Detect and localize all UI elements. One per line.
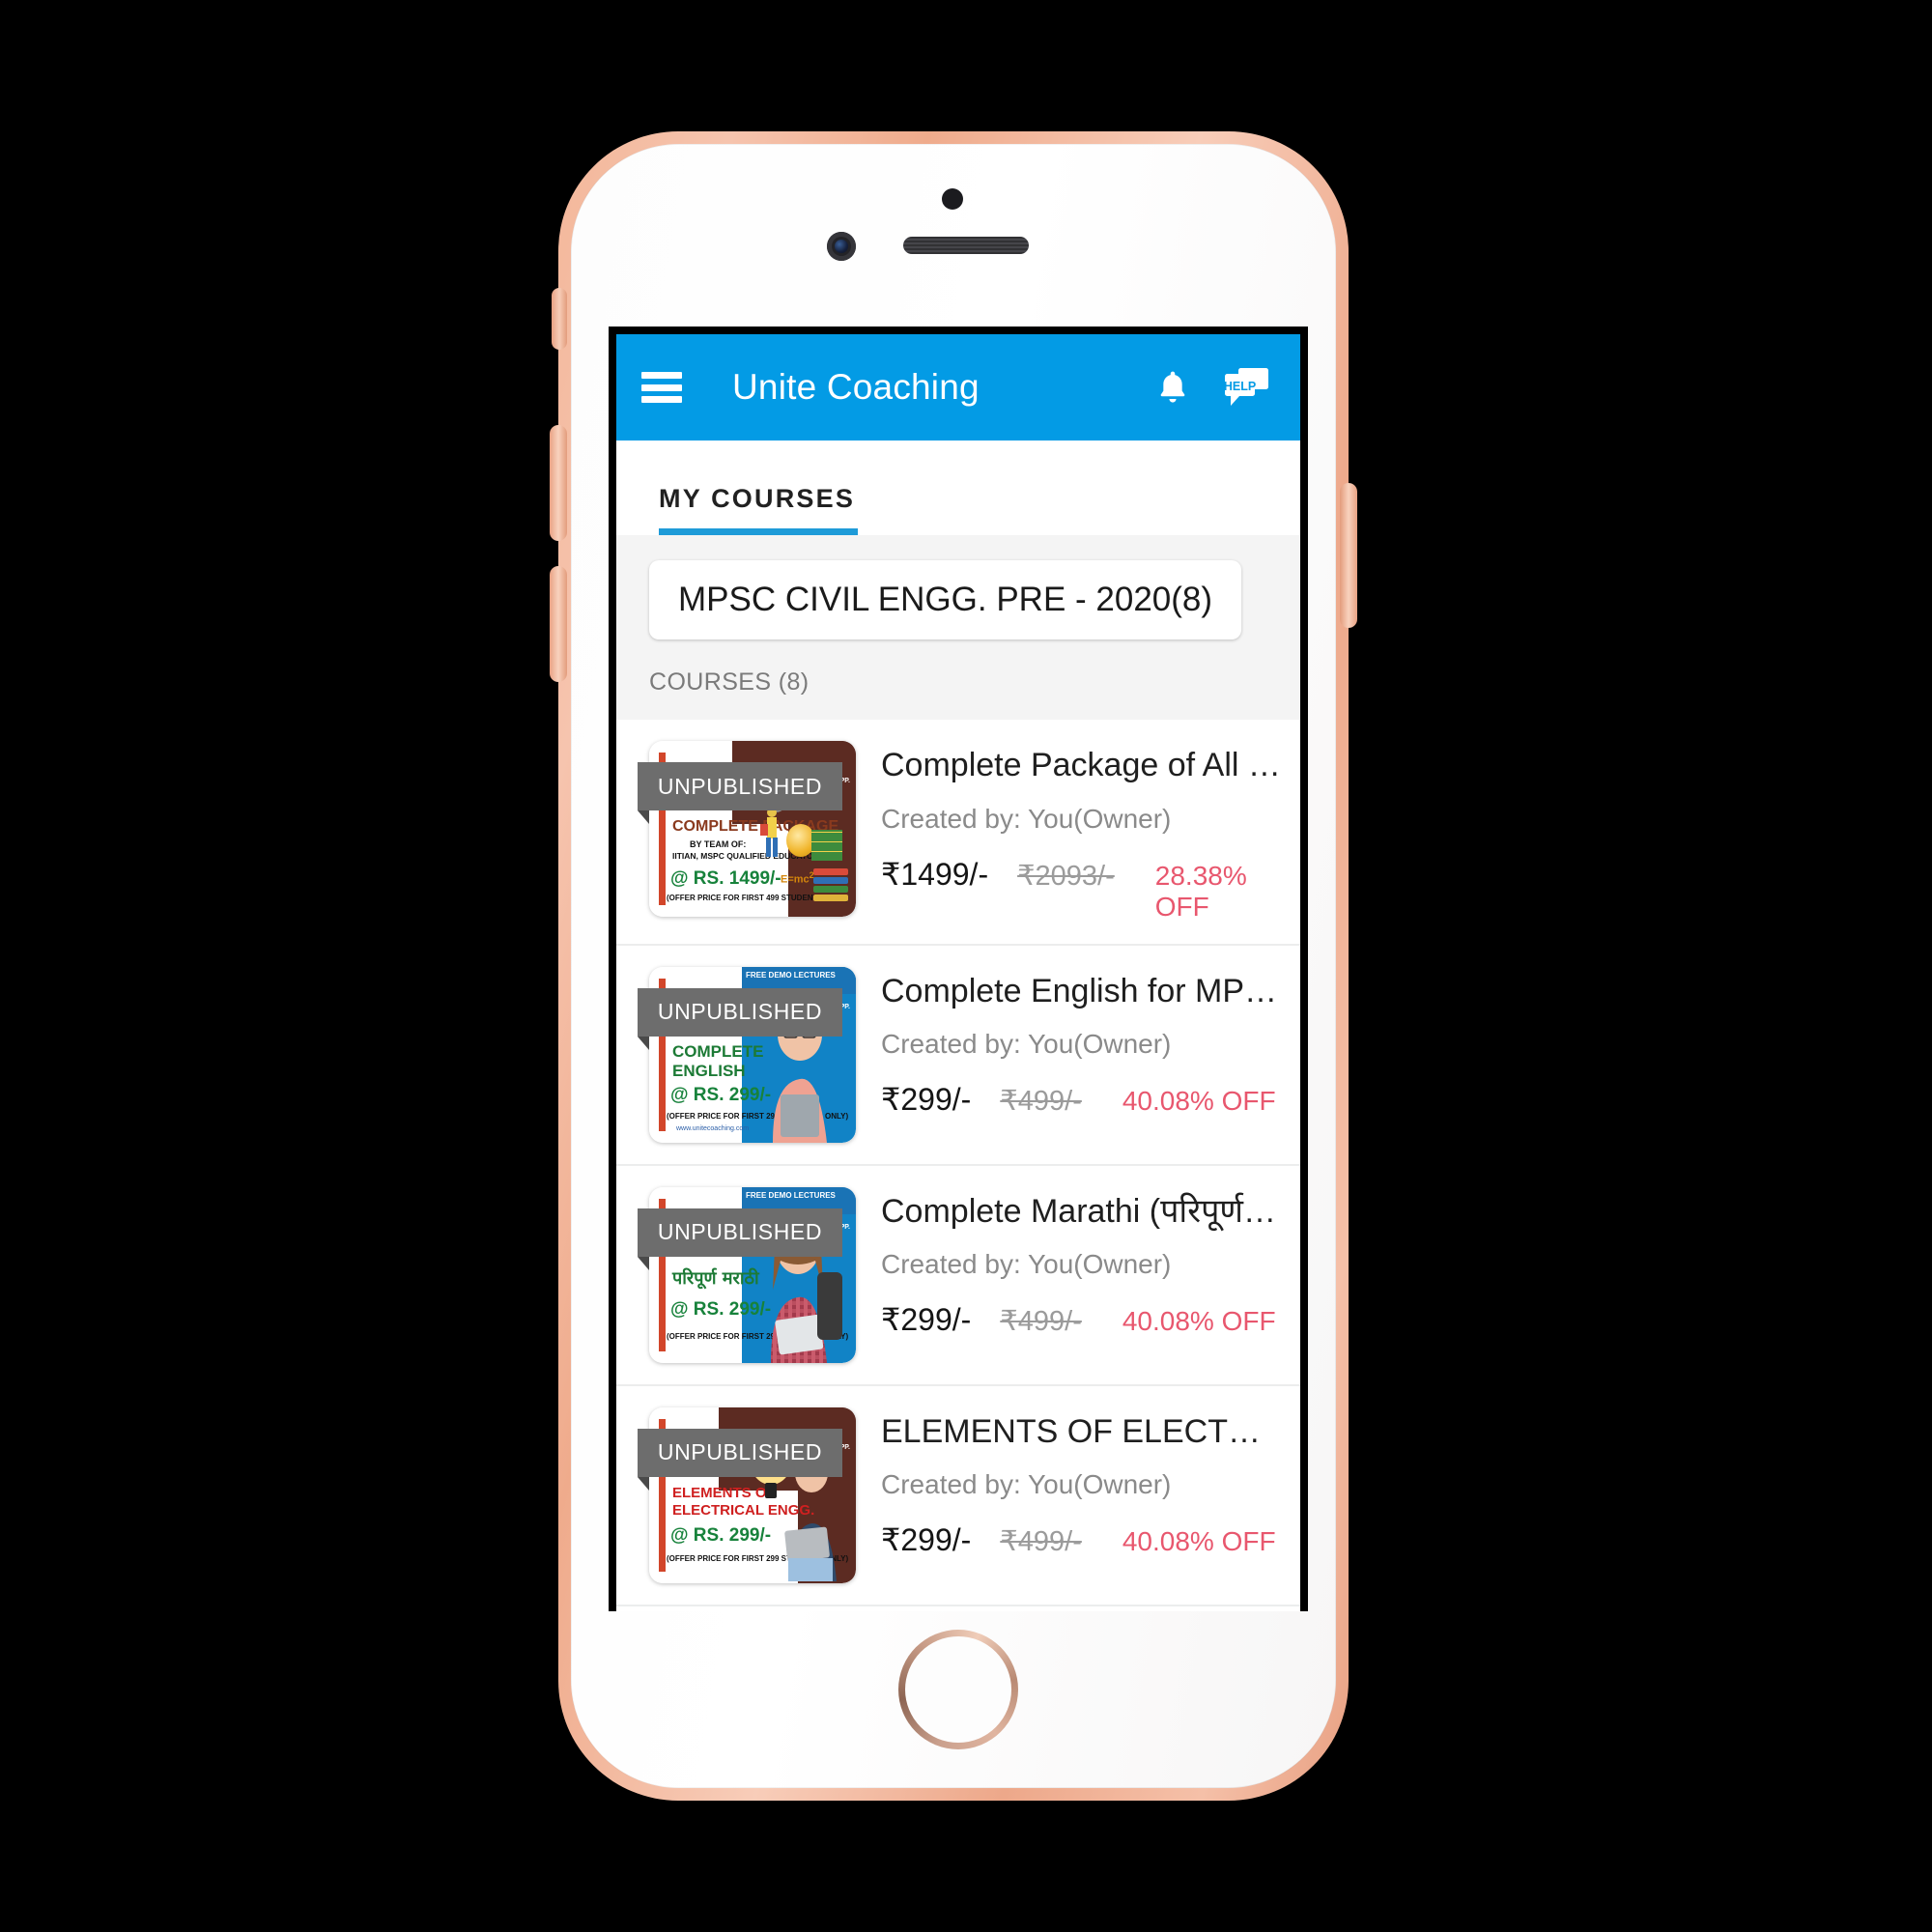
discount-badge: 28.38% OFF [1154,860,1247,922]
discount-badge: 40.08% OFF [1122,1306,1276,1336]
course-thumbnail-box: FREE DEMO LECTURES APP. MPSC CIVIL ENGG.… [638,1186,856,1363]
mute-switch-button[interactable] [552,288,567,350]
course-row[interactable]: FREE DEMO LECTURES APP. MPSC CIVIL ENGG.… [616,1165,1300,1386]
course-thumbnail-box: FREE DEMO LECTURES APP. MPSC CIVIL ENGG.… [638,966,856,1143]
course-author: Created by: You(Owner) [881,1249,1172,1279]
course-info: Complete Package of All Subje... Created… [856,741,1300,923]
status-badge: UNPUBLISHED [638,1208,842,1270]
course-row[interactable]: APP. MPSC CIVIL ENGG. PRE ELEMENTS OF ME… [616,1605,1300,1611]
course-info: Complete Marathi (परिपूर्ण मराठी)... Cre… [856,1187,1300,1339]
power-button[interactable] [1340,483,1357,628]
volume-down-button[interactable] [550,566,567,682]
current-price: ₹1499/- [881,856,989,892]
original-price: ₹499/- [1000,1086,1082,1117]
volume-up-button[interactable] [550,425,567,541]
original-price: ₹2093/- [1017,860,1115,892]
bell-icon[interactable] [1153,366,1192,409]
status-badge: UNPUBLISHED [638,762,842,824]
screenshot-stage: Unite Coaching HELP MY COURSES MPSC CIVI… [0,0,1932,1932]
app-title: Unite Coaching [732,367,980,407]
course-info: Complete English for MPSC CI... Created … [856,967,1300,1119]
course-author: Created by: You(Owner) [881,1469,1172,1499]
home-button[interactable] [898,1630,1018,1749]
course-title: Complete English for MPSC CI... [881,972,1283,1009]
batch-select-dropdown[interactable]: MPSC CIVIL ENGG. PRE - 2020(8) [649,560,1242,639]
course-row[interactable]: APP. MPSC CIVIL ENGG. PRE COMPLETE PACKA… [616,720,1300,946]
proximity-sensor-icon [942,188,963,210]
app-bar: Unite Coaching HELP [616,334,1300,440]
front-camera-icon [827,232,856,261]
tab-selected-indicator [659,528,858,535]
original-price: ₹499/- [1000,1306,1082,1337]
discount-badge: 40.08% OFF [1122,1526,1276,1556]
price-row: ₹299/- ₹499/- 40.08% OFF [881,1081,1283,1118]
hamburger-menu-icon[interactable] [641,372,682,403]
course-list: APP. MPSC CIVIL ENGG. PRE COMPLETE PACKA… [616,720,1300,1611]
app-screen: Unite Coaching HELP MY COURSES MPSC CIVI… [616,334,1300,1611]
content-area: MPSC CIVIL ENGG. PRE - 2020(8) COURSES (… [616,535,1300,1611]
courses-count-label: COURSES (8) [616,639,1300,720]
tab-bar: MY COURSES [616,440,1300,535]
discount-badge: 40.08% OFF [1122,1086,1276,1116]
earpiece-speaker-grille [903,237,1029,254]
price-row: ₹299/- ₹499/- 40.08% OFF [881,1521,1283,1558]
course-title: Complete Package of All Subje... [881,747,1283,783]
batch-filter-wrap: MPSC CIVIL ENGG. PRE - 2020(8) [616,535,1300,639]
current-price: ₹299/- [881,1302,972,1337]
course-author: Created by: You(Owner) [881,803,1172,834]
original-price: ₹499/- [1000,1526,1082,1557]
course-info: ELEMENTS OF ELECTRICAL EN... Created by:… [856,1407,1300,1559]
current-price: ₹299/- [881,1522,972,1557]
help-chat-icon[interactable]: HELP [1224,367,1269,408]
course-row[interactable]: APP. MPSC CIVIL ENGG. PRE ELEMENTS OF EL… [616,1385,1300,1606]
course-thumbnail-box: APP. MPSC CIVIL ENGG. PRE COMPLETE PACKA… [638,741,856,917]
course-title: ELEMENTS OF ELECTRICAL EN... [881,1412,1283,1450]
course-title: Complete Marathi (परिपूर्ण मराठी)... [881,1192,1283,1230]
phone-screen-bezel: Unite Coaching HELP MY COURSES MPSC CIVI… [609,327,1308,1611]
app-bar-actions: HELP [1153,366,1275,409]
course-row[interactable]: FREE DEMO LECTURES APP. MPSC CIVIL ENGG.… [616,945,1300,1166]
svg-text:HELP: HELP [1225,380,1256,393]
price-row: ₹1499/- ₹2093/- 28.38% OFF [881,856,1283,923]
course-thumbnail-box: APP. MPSC CIVIL ENGG. PRE ELEMENTS OF EL… [638,1406,856,1583]
course-author: Created by: You(Owner) [881,1029,1172,1059]
current-price: ₹299/- [881,1082,972,1117]
price-row: ₹299/- ₹499/- 40.08% OFF [881,1301,1283,1338]
status-badge: UNPUBLISHED [638,1428,842,1491]
status-badge: UNPUBLISHED [638,987,842,1050]
